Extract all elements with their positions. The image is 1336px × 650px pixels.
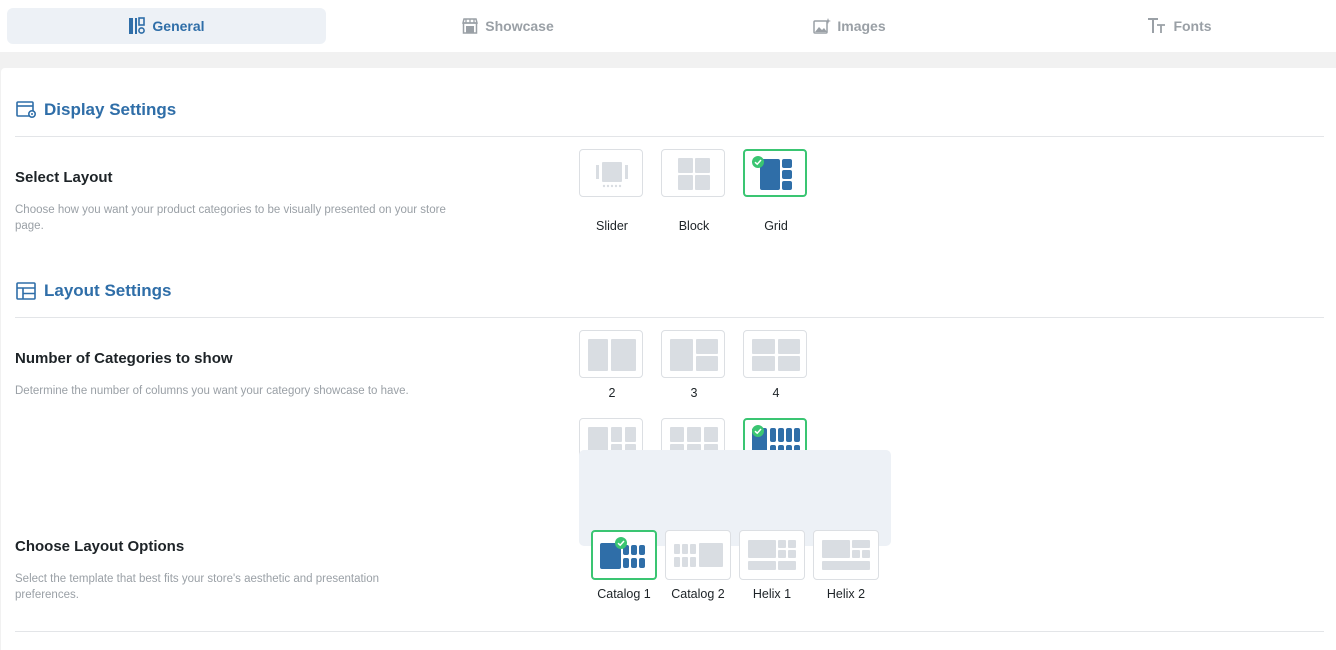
four-columns-icon [752,339,800,371]
two-columns-icon [588,339,636,371]
layout-template-helix-2-label: Helix 2 [826,587,866,601]
tab-showcase-label: Showcase [485,18,554,34]
layout-option-grid[interactable] [743,149,807,197]
columns-option-3[interactable] [661,330,725,378]
tab-general[interactable]: General [7,8,326,44]
selected-check-icon [615,537,627,549]
slider-layout-icon [596,162,628,188]
block-layout-icon [678,158,710,190]
layout-option-slider-label: Slider [596,219,628,233]
layout-option-block[interactable] [661,149,725,197]
tab-general-label: General [152,18,205,34]
select-layout-description: Choose how you want your product categor… [15,204,446,232]
tab-showcase[interactable]: Showcase [348,8,667,44]
storefront-icon [462,18,479,34]
layout-template-catalog-2[interactable] [665,530,731,580]
layout-option-grid-label: Grid [764,219,788,233]
tab-fonts-label: Fonts [1173,18,1212,34]
settings-tabs: General Showcase Images Fonts [0,0,1336,52]
layout-template-catalog-1[interactable] [591,530,657,580]
tab-images-label: Images [837,18,886,34]
divider [15,136,1324,137]
image-sparkle-icon [813,18,832,34]
divider [15,631,1324,632]
columns-option-2[interactable] [579,330,643,378]
select-layout-label: Select Layout [15,169,113,186]
tab-fonts[interactable]: Fonts [1020,8,1336,44]
display-settings-title: Display Settings [44,100,177,119]
catalog-2-template-icon [674,543,723,567]
selected-check-icon [752,425,764,437]
columns-option-3-label: 3 [690,386,698,400]
tab-images[interactable]: Images [690,8,1009,44]
columns-option-4[interactable] [743,330,807,378]
text-size-icon [1148,18,1166,33]
layout-settings-icon [129,17,146,34]
layout-template-helix-1[interactable] [739,530,805,580]
layout-settings-heading: Layout Settings [16,281,172,301]
categories-count-label: Number of Categories to show [15,350,233,367]
layout-template-catalog-1-label: Catalog 1 [597,587,651,601]
helix-1-template-icon [748,540,796,570]
layout-template-helix-2[interactable] [813,530,879,580]
layout-option-block-label: Block [678,219,710,233]
layout-options-label: Choose Layout Options [15,538,185,555]
layout-option-slider[interactable] [579,149,643,197]
display-settings-icon [16,101,37,119]
categories-count-description: Determine the number of columns you want… [15,385,409,397]
layout-settings-title: Layout Settings [44,281,172,300]
layout-template-helix-1-label: Helix 1 [752,587,792,601]
layout-template-catalog-2-label: Catalog 2 [671,587,725,601]
divider [15,317,1324,318]
helix-2-template-icon [822,540,870,570]
layout-options-description: Select the template that best fits your … [15,573,380,601]
columns-option-4-label: 4 [772,386,780,400]
columns-option-2-label: 2 [608,386,616,400]
three-columns-icon [670,339,718,371]
selected-check-icon [752,156,764,168]
layout-settings-section-icon [16,282,36,300]
display-settings-heading: Display Settings [16,100,176,120]
